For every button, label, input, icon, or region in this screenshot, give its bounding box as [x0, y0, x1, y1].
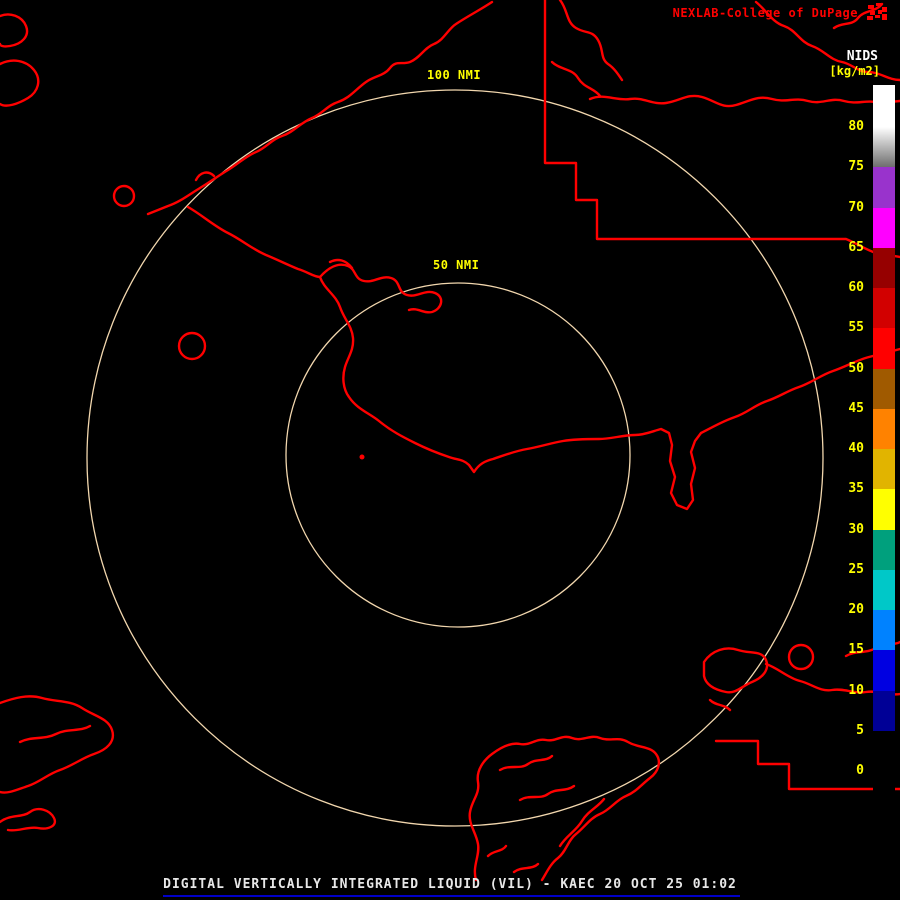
colorbar-segment-25-30: [873, 529, 895, 570]
colorbar-segment-20-25: [873, 569, 895, 610]
colorbar-segment-70-75: [873, 167, 895, 208]
colorbar-tick-20: 20: [848, 602, 864, 617]
colorbar: [873, 85, 895, 801]
product-title: DIGITAL VERTICALLY INTEGRATED LIQUID (VI…: [163, 877, 737, 892]
features-east: [702, 640, 900, 712]
colorbar-segment-60-65: [873, 247, 895, 288]
colorbar-segment-15-20: [873, 610, 895, 651]
nexlab-logo-icon: [867, 3, 887, 20]
radar-map: [0, 0, 900, 882]
colorbar-segment-40-45: [873, 408, 895, 449]
colorbar-segment-65-70: [873, 207, 895, 248]
colorbar-tick-15: 15: [848, 642, 864, 658]
islands-southwest: [0, 695, 115, 832]
colorbar-segment-75-80: [873, 127, 895, 168]
map-dot-center: [359, 454, 365, 460]
colorbar-tick-75: 75: [848, 159, 864, 175]
colorbar-tick-35: 35: [848, 481, 864, 497]
colorbar-tick-80: 80: [848, 119, 864, 134]
legend-units: [kg/m2]: [829, 64, 880, 78]
colorbar-tick-40: 40: [848, 441, 864, 456]
lake-outline-east: [787, 643, 815, 671]
lake-outline-west: [177, 331, 207, 361]
colorbar-tick-10: 10: [848, 682, 864, 698]
brand-text: NEXLAB-College of DuPage: [672, 6, 858, 20]
islands-west: [0, 13, 40, 107]
colorbar-tick-30: 30: [848, 521, 864, 537]
colorbar-tick-45: 45: [848, 400, 864, 416]
colorbar-segment-35-40: [873, 449, 895, 490]
colorbar-segment-5-10: [873, 690, 895, 731]
coastline-inner-northwest: [186, 205, 443, 314]
colorbar-tick-60: 60: [848, 280, 864, 295]
colorbar-tick-65: 65: [848, 239, 864, 255]
colorbar-segment-45-50: [873, 368, 895, 409]
colorbar-segment-0-5: [873, 730, 895, 771]
colorbar-tick-70: 70: [848, 199, 864, 215]
colorbar-segment-30-35: [873, 489, 895, 530]
colorbar-tick-50: 50: [848, 360, 864, 376]
colorbar-tick-0: 0: [856, 763, 864, 778]
colorbar-segment->80: [873, 85, 895, 127]
range-ring-50nmi: [285, 282, 631, 628]
colorbar-tick-55: 55: [848, 320, 864, 336]
radar-screen: NEXLAB-College of DuPage NIDS [kg/m2] 80…: [0, 0, 900, 900]
colorbar-segment-55-60: [873, 288, 895, 329]
colorbar-tick-5: 5: [856, 722, 864, 738]
colorbar-segment-50-55: [873, 328, 895, 369]
delta-south: [468, 735, 661, 882]
colorbar-tick-25: 25: [848, 561, 864, 577]
coastline-northwest: [146, 0, 494, 216]
range-ring-label-100nmi: 100 NMI: [424, 68, 485, 82]
footer-rule: [163, 895, 740, 897]
lake-outline-northwest: [112, 184, 136, 208]
coastline-central: [318, 275, 900, 511]
range-ring-label-50nmi: 50 NMI: [430, 258, 483, 272]
legend-title: NIDS: [846, 49, 878, 64]
colorbar-segment-10-15: [873, 650, 895, 691]
